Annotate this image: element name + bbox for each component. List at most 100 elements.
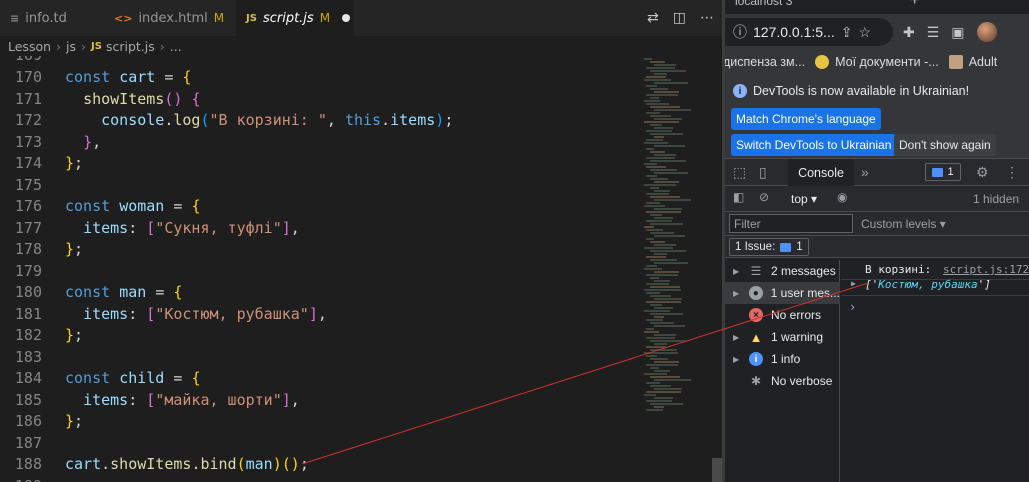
address-bar[interactable]: ⓘ 127.0.0.1:5... ⇪ ☆ <box>725 18 893 46</box>
sidebar-item-verbose[interactable]: ✱ No verbose <box>725 370 840 392</box>
breadcrumb-item[interactable]: Lesson <box>8 39 51 54</box>
expand-triangle-icon[interactable]: ▶ <box>733 333 745 342</box>
minimap-line <box>644 142 668 144</box>
sidebar-item-user-messages[interactable]: ▶ ● 1 user mes... <box>725 282 840 304</box>
console-prompt-icon[interactable]: › <box>849 300 856 314</box>
filter-input[interactable] <box>729 214 853 233</box>
live-expression-eye-icon[interactable]: ◉ <box>837 190 847 204</box>
bookmark-item[interactable]: Adult <box>948 55 997 69</box>
tab-script-js[interactable]: JS script.js M <box>236 0 354 36</box>
line-number: 170 <box>14 68 42 86</box>
line-number: 169 <box>0 56 42 67</box>
switch-language-button[interactable]: Switch DevTools to Ukrainian <box>731 134 897 156</box>
log-levels-dropdown[interactable]: Custom levels ▾ <box>861 217 946 231</box>
line-number: 188 <box>14 455 42 473</box>
minimap-line <box>650 259 677 261</box>
device-toolbar-icon[interactable]: ▯ <box>759 164 767 181</box>
minimap-line <box>644 289 681 291</box>
message-icon <box>780 242 792 252</box>
source-link[interactable]: script.js:172 <box>943 263 1029 276</box>
sidebar-item-label: No verbose <box>771 374 833 388</box>
extensions-icon[interactable]: ✚ <box>903 24 915 41</box>
breadcrumb-item[interactable]: script.js <box>106 39 155 54</box>
editor-actions: ⇄ ◫ ⋯ <box>647 0 714 36</box>
minimap-line <box>654 145 685 147</box>
sidebar-toggle-icon[interactable]: ◧ <box>733 190 744 204</box>
minimap-line <box>654 253 667 255</box>
log-array-row[interactable]: ▶ ['Костюм, рубашка'] <box>841 276 1029 296</box>
line-number: 173 <box>14 132 42 151</box>
warning-icon: ▲ <box>749 329 763 345</box>
minimap-line <box>650 376 680 378</box>
line-number: 185 <box>14 390 42 409</box>
line-number: 186 <box>14 412 42 430</box>
minimap-line <box>650 196 680 198</box>
issues-button[interactable]: 1 Issue: 1 <box>729 238 809 256</box>
line-number: 176 <box>14 197 42 215</box>
text-file-icon: ≡ <box>10 11 20 25</box>
minimap-line <box>646 256 666 258</box>
tab-info-td[interactable]: ≡ info.td <box>0 0 104 36</box>
url-text[interactable]: 127.0.0.1:5... <box>753 24 835 40</box>
expand-triangle-icon[interactable]: ▶ <box>851 279 856 288</box>
sidebar-item-warnings[interactable]: ▶ ▲ 1 warning <box>725 326 840 348</box>
bookmark-star-icon[interactable]: ☆ <box>858 24 871 41</box>
bookmark-item[interactable]: Мої документи -... <box>815 55 939 69</box>
sidebar-item-messages[interactable]: ▶ ☰ 2 messages <box>725 260 840 282</box>
breadcrumb-item[interactable]: js <box>66 39 76 54</box>
minimap-line <box>654 379 691 381</box>
minimap-line <box>646 229 663 231</box>
modified-indicator: M <box>213 11 225 25</box>
minimap-line <box>650 178 668 180</box>
clear-console-icon[interactable]: ⊘ <box>759 190 769 204</box>
line-number: 189 <box>0 476 42 482</box>
minimap-line <box>654 262 688 264</box>
sidebar-item-errors[interactable]: × No errors <box>725 304 840 326</box>
drive-icon <box>815 55 830 69</box>
more-options-icon[interactable]: ⋮ <box>1005 164 1019 181</box>
editor-scrollbar[interactable] <box>712 458 722 482</box>
minimap-line <box>646 175 657 177</box>
minimap-line <box>650 61 665 63</box>
unsaved-dot-icon[interactable] <box>342 14 351 22</box>
minimap-line <box>650 115 671 117</box>
more-tabs-icon[interactable]: » <box>861 164 869 180</box>
minimap[interactable] <box>640 56 712 416</box>
share-icon[interactable]: ⇪ <box>841 24 853 41</box>
browser-toolbar: ⓘ 127.0.0.1:5... ⇪ ☆ ✚ ☰ ▣ <box>725 14 1029 50</box>
hidden-count: 1 hidden <box>973 192 1020 206</box>
minimap-line <box>646 157 675 159</box>
tab-index-html[interactable]: <> index.html M <box>104 0 236 36</box>
minimap-line <box>650 88 668 90</box>
side-panel-icon[interactable]: ▣ <box>951 24 964 41</box>
minimap-line <box>650 106 680 108</box>
profile-avatar[interactable] <box>976 22 997 42</box>
inspect-element-icon[interactable]: ⬚ <box>733 164 746 181</box>
minimap-line <box>646 409 663 411</box>
breadcrumb-item[interactable]: ... <box>170 39 182 54</box>
match-language-button[interactable]: Match Chrome's language <box>731 108 881 130</box>
more-actions-icon[interactable]: ⋯ <box>700 10 714 26</box>
tab-console[interactable]: Console <box>788 159 854 186</box>
sidebar-item-info[interactable]: ▶ i 1 info <box>725 348 840 370</box>
settings-gear-icon[interactable]: ⚙ <box>976 164 989 181</box>
array-preview[interactable]: ['Костюм, рубашка'] <box>865 278 991 291</box>
split-editor-icon[interactable]: ◫ <box>673 10 686 26</box>
code-editor[interactable]: ≡ info.td <> index.html M JS script.js M… <box>0 0 722 482</box>
minimap-line <box>654 361 679 363</box>
issues-counter[interactable]: 1 <box>925 163 961 181</box>
reading-list-icon[interactable]: ☰ <box>927 24 940 41</box>
expand-triangle-icon[interactable]: ▶ <box>733 289 745 298</box>
minimap-line <box>646 265 657 267</box>
bookmark-item[interactable]: диспенза зм... <box>725 55 805 69</box>
new-tab-icon[interactable]: + <box>910 0 919 10</box>
browser-tab-title[interactable]: localhost 3 <box>735 0 792 8</box>
expand-triangle-icon[interactable]: ▶ <box>733 355 745 364</box>
compare-changes-icon[interactable]: ⇄ <box>647 10 659 26</box>
expand-triangle-icon[interactable]: ▶ <box>733 267 745 276</box>
site-info-icon[interactable]: ⓘ <box>733 22 747 42</box>
context-selector[interactable]: top ▾ <box>791 192 817 206</box>
console-messages[interactable]: В корзині: script.js:172 ▶ ['Костюм, руб… <box>841 260 1029 482</box>
dont-show-again-button[interactable]: Don't show again <box>894 134 996 156</box>
code-area[interactable]: 169 170const cart = { 171 showItems() { … <box>0 56 640 482</box>
